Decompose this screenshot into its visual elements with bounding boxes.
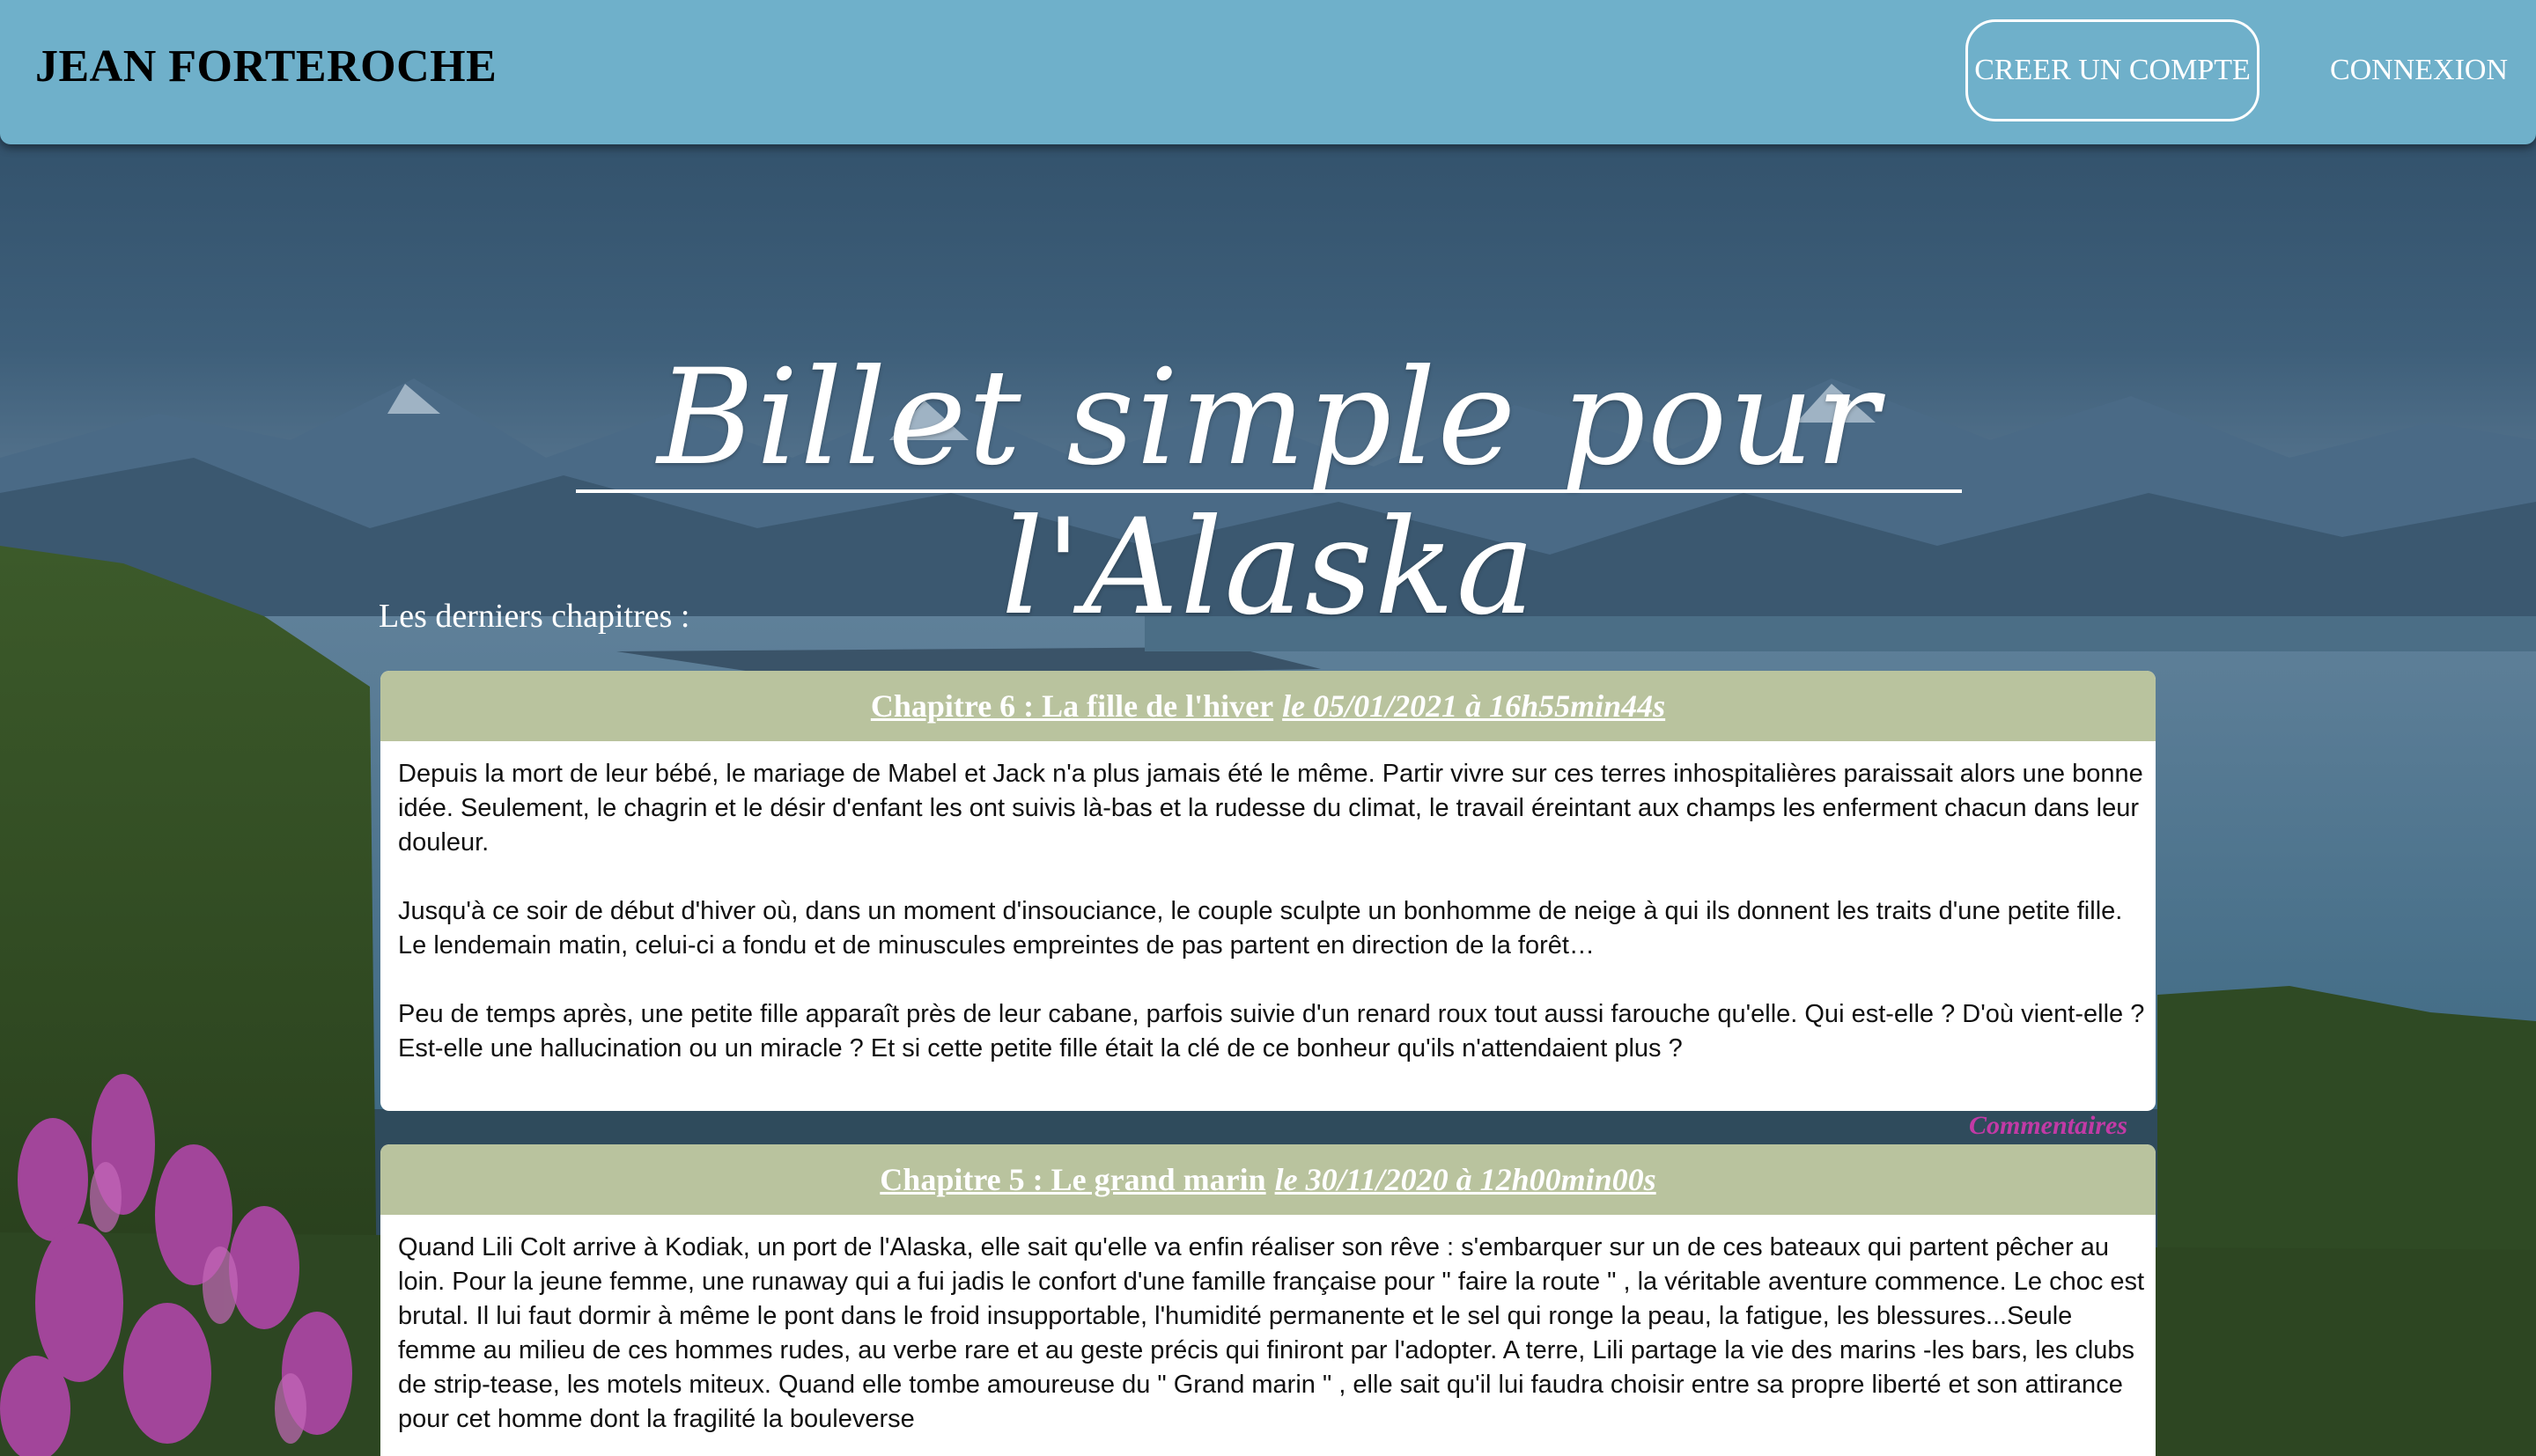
top-navigation-bar: JEAN FORTEROCHE CREER UN COMPTE CONNEXIO… bbox=[0, 0, 2536, 144]
chapter-excerpt: Quand Lili Colt arrive à Kodiak, un port… bbox=[380, 1215, 2156, 1437]
chapter-title-link[interactable]: Chapitre 5 : Le grand marin le 30/11/202… bbox=[380, 1144, 2156, 1215]
create-account-button[interactable]: CREER UN COMPTE bbox=[1965, 19, 2260, 121]
login-link[interactable]: CONNEXION bbox=[2326, 19, 2511, 121]
chapter-paragraph: Peu de temps après, une petite fille app… bbox=[398, 1000, 2145, 1063]
chapter-date: le 05/01/2021 à 16h55min44s bbox=[1282, 688, 1666, 724]
chapter-card: Chapitre 5 : Le grand marin le 30/11/202… bbox=[380, 1144, 2156, 1456]
title-underline bbox=[576, 489, 1962, 493]
chapter-paragraph: Depuis la mort de leur bébé, le mariage … bbox=[398, 760, 2143, 857]
comments-link[interactable]: Commentaires bbox=[1969, 1111, 2127, 1141]
chapter-excerpt: Depuis la mort de leur bébé, le mariage … bbox=[380, 741, 2156, 1066]
chapter-title-link[interactable]: Chapitre 6 : La fille de l'hiver le 05/0… bbox=[380, 671, 2156, 741]
chapter-title: Chapitre 5 : Le grand marin bbox=[880, 1162, 1266, 1197]
brand-logo-link[interactable]: JEAN FORTEROCHE bbox=[35, 40, 497, 92]
chapter-paragraph: Jusqu'à ce soir de début d'hiver où, dan… bbox=[398, 897, 2123, 960]
chapter-title: Chapitre 6 : La fille de l'hiver bbox=[870, 688, 1274, 724]
chapter-card: Chapitre 6 : La fille de l'hiver le 05/0… bbox=[380, 671, 2156, 1111]
latest-chapters-label: Les derniers chapitres : bbox=[379, 598, 690, 635]
chapter-date: le 30/11/2020 à 12h00min00s bbox=[1274, 1162, 1656, 1197]
page-title: Billet simple pour l'Alaska bbox=[576, 343, 1962, 643]
chapter-paragraph: Quand Lili Colt arrive à Kodiak, un port… bbox=[398, 1233, 2145, 1433]
